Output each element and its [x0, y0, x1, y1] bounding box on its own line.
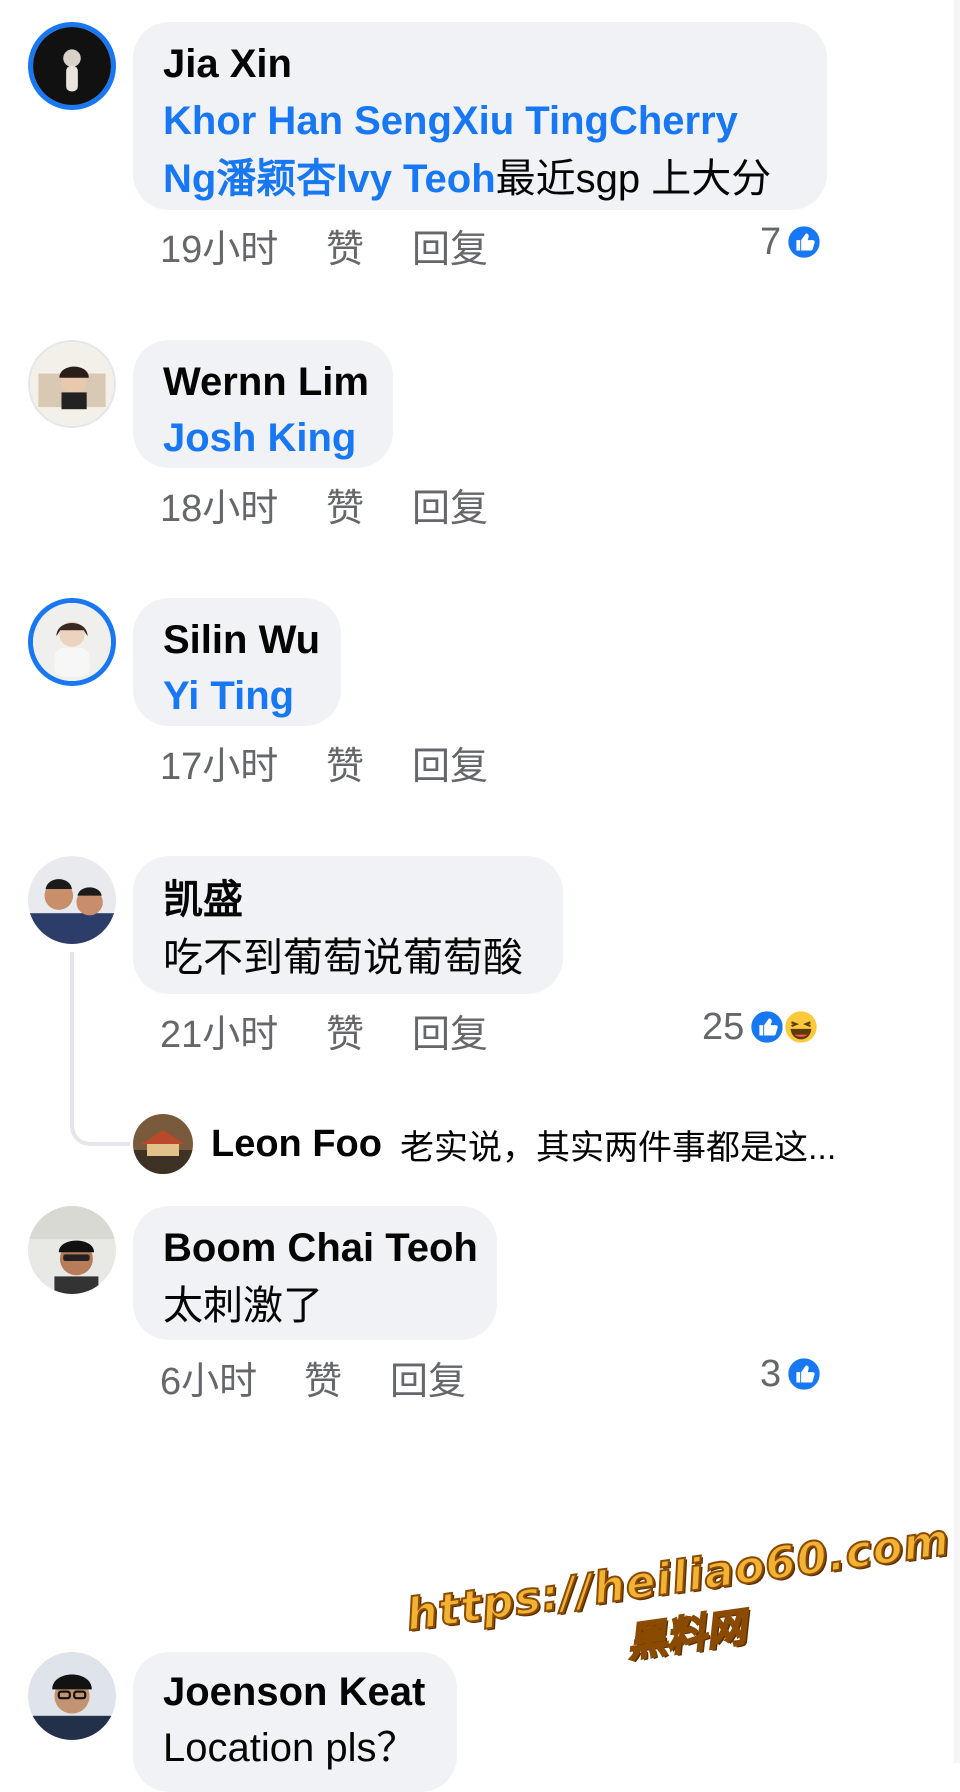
reaction-summary[interactable]: 3	[760, 1349, 823, 1399]
reply-preview[interactable]: Leon Foo 老实说，其实两件事都是这...	[133, 1114, 836, 1174]
avatar[interactable]	[28, 856, 116, 944]
comment-author[interactable]: Joenson Keat	[163, 1664, 429, 1720]
reaction-summary[interactable]: 25	[702, 1002, 820, 1052]
reply-button[interactable]: 回复	[412, 742, 488, 792]
reaction-count: 25	[702, 1006, 745, 1048]
haha-reaction-icon	[782, 1008, 820, 1046]
comment-author[interactable]: Boom Chai Teoh	[163, 1220, 478, 1276]
thread-connector	[70, 952, 130, 1146]
watermark: https://heiliao60.com 黑料网	[402, 1513, 960, 1698]
like-button[interactable]: 赞	[326, 1010, 412, 1060]
comment-actions: 6小时赞回复	[160, 1357, 466, 1407]
reaction-summary[interactable]: 7	[760, 217, 823, 267]
scrollbar[interactable]	[954, 0, 960, 1763]
avatar[interactable]	[28, 598, 116, 686]
comment-timestamp[interactable]: 18小时	[160, 484, 326, 534]
comment-text: 吃不到葡萄说葡萄酸	[163, 936, 523, 980]
like-button[interactable]: 赞	[326, 225, 412, 275]
mention-link[interactable]: Josh King	[163, 416, 356, 460]
comment-bubble: Silin Wu Yi Ting	[133, 598, 341, 726]
avatar[interactable]	[28, 1652, 116, 1740]
reply-button[interactable]: 回复	[412, 1010, 488, 1060]
comment-text: 太刺激了	[163, 1284, 323, 1328]
comment-actions: 21小时赞回复	[160, 1010, 488, 1060]
reply-button[interactable]: 回复	[390, 1357, 466, 1407]
reply-author[interactable]: Leon Foo	[211, 1123, 382, 1166]
avatar[interactable]	[28, 1206, 116, 1294]
mention-link[interactable]: Ivy Teoh	[336, 157, 495, 201]
reply-button[interactable]: 回复	[412, 484, 488, 534]
reaction-count: 3	[760, 1353, 782, 1395]
comment-actions: 18小时赞回复	[160, 484, 488, 534]
comment-author[interactable]: 凯盛	[163, 872, 535, 928]
avatar[interactable]	[28, 340, 116, 428]
avatar[interactable]	[28, 22, 116, 110]
comment-text: 最近sgp 上大分	[495, 157, 772, 201]
comment-actions: 17小时赞回复	[160, 742, 488, 792]
comment-author[interactable]: Wernn Lim	[163, 354, 369, 410]
mention-link[interactable]: Yi Ting	[163, 674, 294, 718]
comment-bubble: Boom Chai Teoh 太刺激了	[133, 1206, 497, 1340]
reply-button[interactable]: 回复	[412, 225, 488, 275]
comment-bubble: Wernn Lim Josh King	[133, 340, 393, 468]
mention-link[interactable]: 潘颖杏	[216, 157, 336, 201]
comment-timestamp[interactable]: 17小时	[160, 742, 326, 792]
comment-text: Location pls？	[163, 1726, 417, 1770]
like-button[interactable]: 赞	[326, 742, 412, 792]
comment-timestamp[interactable]: 6小时	[160, 1357, 304, 1407]
comment-author[interactable]: Jia Xin	[163, 36, 799, 92]
like-button[interactable]: 赞	[304, 1357, 390, 1407]
comment-bubble: Joenson Keat Location pls？	[133, 1652, 457, 1792]
reaction-count: 7	[760, 221, 782, 263]
comment-actions: 19小时赞回复	[160, 225, 488, 275]
avatar	[133, 1114, 193, 1174]
like-reaction-icon	[748, 1008, 786, 1046]
comment-bubble: Jia Xin Khor Han SengXiu TingCherry Ng潘颖…	[133, 22, 827, 210]
comment-timestamp[interactable]: 21小时	[160, 1010, 326, 1060]
comment-bubble: 凯盛 吃不到葡萄说葡萄酸	[133, 856, 563, 994]
reply-snippet: 老实说，其实两件事都是这...	[399, 1128, 837, 1167]
comment-author[interactable]: Silin Wu	[163, 612, 320, 668]
like-reaction-icon	[785, 1355, 823, 1393]
comment-timestamp[interactable]: 19小时	[160, 225, 326, 275]
mention-link[interactable]: Xiu Ting	[452, 99, 609, 143]
like-reaction-icon	[785, 223, 823, 261]
like-button[interactable]: 赞	[326, 484, 412, 534]
mention-link[interactable]: Khor Han Seng	[163, 99, 452, 143]
